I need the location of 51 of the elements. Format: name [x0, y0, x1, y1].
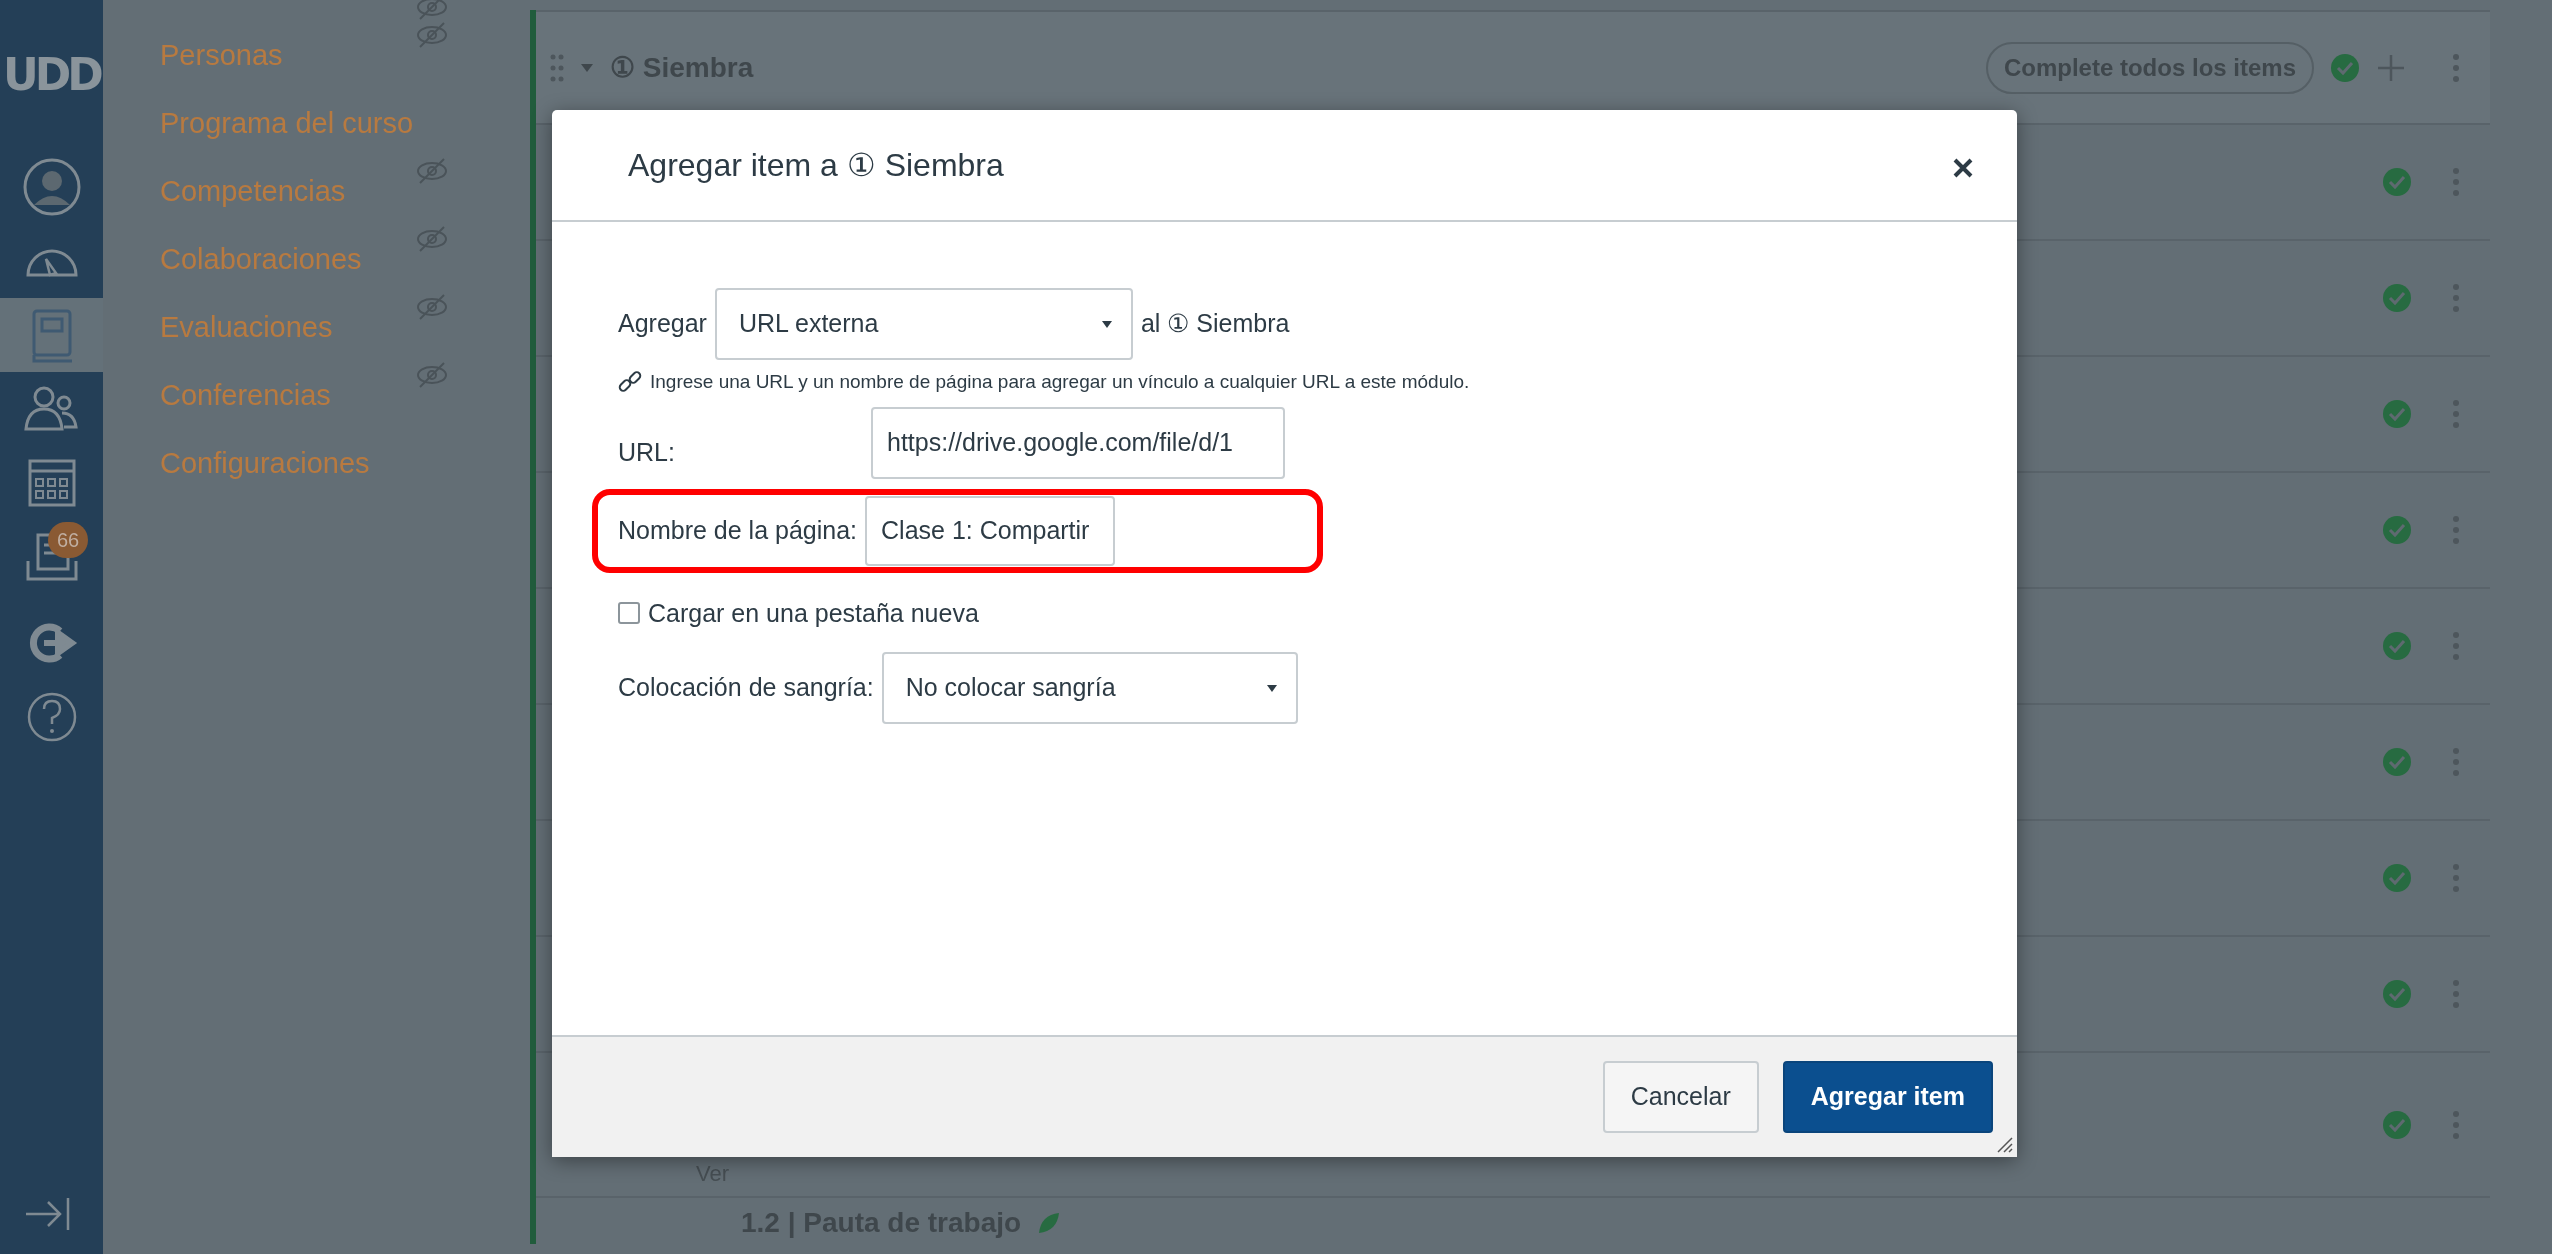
dropdown-caret-icon	[1100, 318, 1113, 330]
more-options-icon[interactable]	[2452, 515, 2460, 545]
add-item-button[interactable]: Agregar item	[1782, 1061, 1993, 1133]
course-nav-link[interactable]: Colaboraciones	[160, 238, 362, 282]
checkbox[interactable]	[618, 602, 640, 625]
avatar-icon	[21, 157, 82, 217]
hint-text: Ingrese una URL y un nombre de página para agregar un vínculo a cualquier URL a este módulo.	[650, 370, 1470, 394]
page-name-field[interactable]: Clase 1: Compartir	[865, 495, 1116, 566]
dropdown-caret-icon	[1265, 682, 1278, 694]
url-label: URL:	[618, 436, 676, 468]
more-options-icon[interactable]	[2452, 283, 2460, 313]
more-options-icon[interactable]	[2452, 631, 2460, 661]
checkbox-label: Cargar en una pestaña nueva	[648, 597, 979, 629]
more-options-icon[interactable]	[2452, 399, 2460, 429]
close-icon	[1953, 158, 1973, 179]
item-type-select[interactable]: URL externa	[714, 288, 1133, 360]
more-options-icon[interactable]	[2452, 52, 2460, 83]
drag-handle-icon[interactable]	[550, 52, 564, 83]
indent-label: Colocación de sangría:	[618, 672, 874, 704]
more-options-icon[interactable]	[2452, 747, 2460, 777]
url-field[interactable]: https://drive.google.com/file/d/1	[871, 406, 1285, 479]
page-name-label: Nombre de la página:	[618, 514, 858, 546]
more-options-icon[interactable]	[2452, 1109, 2460, 1140]
link-icon	[618, 370, 642, 395]
course-nav-link[interactable]: Competencias	[160, 170, 346, 214]
hidden-eye-icon	[415, 158, 449, 184]
target-module-label: al ① Siembra	[1140, 308, 1290, 340]
more-options-icon[interactable]	[2452, 167, 2460, 197]
resize-grip-icon[interactable]	[1995, 1135, 2013, 1153]
course-nav-link[interactable]: Programa del curso	[160, 102, 414, 146]
logo[interactable]: UDD	[0, 0, 103, 150]
hidden-eye-icon	[415, 22, 449, 48]
hidden-eye-icon	[415, 294, 449, 320]
nav-item[interactable]	[0, 298, 103, 372]
more-options-icon[interactable]	[2452, 863, 2460, 893]
more-options-icon[interactable]	[2452, 979, 2460, 1009]
hidden-eye-icon	[415, 226, 449, 252]
dialog-title: Agregar item a ① Siembra	[628, 146, 1005, 185]
hidden-eye-icon	[415, 362, 449, 388]
nav-item[interactable]: 66	[0, 520, 103, 594]
course-nav-link[interactable]: Personas	[160, 34, 283, 78]
leaf-icon	[1037, 1211, 1062, 1235]
indent-select[interactable]: No colocar sangría	[881, 652, 1298, 724]
cancel-button[interactable]: Cancelar	[1602, 1061, 1759, 1133]
hidden-eye-icon	[415, 0, 449, 20]
add-label: Agregar	[618, 308, 707, 340]
plus-icon[interactable]	[2376, 52, 2406, 83]
course-nav-link[interactable]: Conferencias	[160, 374, 331, 418]
course-nav-link[interactable]: Configuraciones	[160, 442, 370, 486]
unread-count-badge: 66	[48, 522, 89, 558]
course-nav-link[interactable]: Evaluaciones	[160, 306, 333, 350]
